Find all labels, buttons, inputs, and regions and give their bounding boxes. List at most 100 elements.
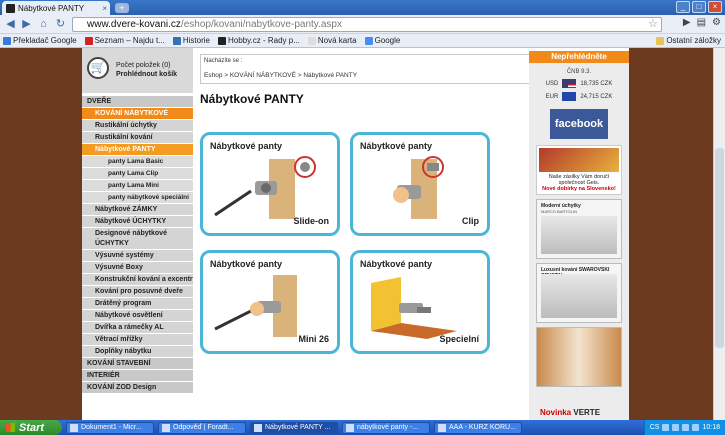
facebook-button[interactable]: facebook xyxy=(550,109,608,139)
menu-item[interactable]: Nábytkové ZÁMKY xyxy=(82,204,193,216)
forward-icon[interactable]: ▶ xyxy=(20,18,33,31)
category-menu: DVEŘE KOVÁNÍ NÁBYTKOVÉ Rustikální úchytky R… xyxy=(82,96,193,394)
menu-item[interactable]: Designové nábytkové ÚCHYTKY xyxy=(82,228,193,250)
new-tab-button[interactable]: + xyxy=(115,3,129,13)
menu-item[interactable]: Rustikální kování xyxy=(82,132,193,144)
bookmark-item[interactable]: Hobby.cz - Rady p... xyxy=(217,36,300,45)
menu-item[interactable]: KOVÁNÍ STAVEBNÍ xyxy=(82,358,193,370)
card-subtitle: Specielní xyxy=(439,334,479,344)
start-button[interactable]: Start xyxy=(0,420,62,435)
menu-item[interactable]: Větrací mřížky xyxy=(82,334,193,346)
menu-item[interactable]: Nábytkové PANTY xyxy=(82,144,193,156)
bookmark-item[interactable]: Seznam – Najdu t... xyxy=(84,36,165,45)
view-cart-link[interactable]: Prohlédnout košík xyxy=(116,71,177,78)
close-window-button[interactable]: × xyxy=(708,1,722,13)
bookmark-label: Hobby.cz - Rady p... xyxy=(227,36,300,45)
card-clip[interactable]: Nábytkové panty Clip xyxy=(350,132,490,236)
home-icon[interactable]: ⌂ xyxy=(37,18,50,31)
minimize-button[interactable]: _ xyxy=(676,1,690,13)
ad-modern-handles[interactable]: Moderní úchytky MARCO BARTOLIN xyxy=(536,199,622,259)
bookmark-favicon-icon xyxy=(364,36,373,45)
tray-icon[interactable] xyxy=(662,424,670,431)
bookmark-item[interactable]: Google xyxy=(364,36,400,45)
menu-item[interactable]: panty Lama Mini xyxy=(82,180,193,192)
bookmark-label: Seznam – Najdu t... xyxy=(94,36,165,45)
clock[interactable]: 10:18 xyxy=(702,424,720,431)
play-icon[interactable]: ▶ xyxy=(683,17,691,28)
us-flag-icon xyxy=(562,79,577,88)
usd-label: USD xyxy=(545,80,559,87)
eur-rate: EUR 24,715 CZK xyxy=(529,92,629,101)
other-bookmarks[interactable]: Ostatní záložky xyxy=(656,36,721,45)
bookmark-item[interactable]: Nová karta xyxy=(307,36,357,45)
title-bar: Nábytkové PANTY × + _ □ × xyxy=(0,0,725,15)
menu-item[interactable]: KOVÁNÍ ZOD Design xyxy=(82,382,193,394)
navigation-bar: ◀ ▶ ⌂ ↻ www.dvere-kovani.cz/eshop/kovani… xyxy=(0,15,725,34)
breadcrumb[interactable]: Eshop > KOVÁNÍ NÁBYTKOVÉ > Nábytkové PAN… xyxy=(204,72,357,79)
windows-taskbar: Start Dokument1 - Micr... Odpověď | Forad… xyxy=(0,420,725,435)
scrollbar-thumb[interactable] xyxy=(715,148,724,348)
menu-item[interactable]: Rustikální úchytky xyxy=(82,120,193,132)
menu-item[interactable]: Drátěný program xyxy=(82,298,193,310)
bookmarks-bar: Překladač Google Seznam – Najdu t... Histo… xyxy=(0,34,725,48)
browser-tab[interactable]: Nábytkové PANTY × xyxy=(2,1,110,15)
tab-close-icon[interactable]: × xyxy=(102,4,107,13)
card-subtitle: Slide-on xyxy=(293,216,330,226)
ad-doors[interactable] xyxy=(536,327,622,387)
right-sidebar: Nepřehlédněte ČNB 9.3. USD 18,735 CZK EU… xyxy=(529,51,629,420)
menu-item[interactable]: DVEŘE xyxy=(82,96,193,108)
card-mini-26[interactable]: Nábytkové panty Mini 26 xyxy=(200,250,340,354)
taskbar-window-button[interactable]: Dokument1 - Micr... xyxy=(66,421,154,434)
reload-icon[interactable]: ↻ xyxy=(54,18,67,31)
folder-icon xyxy=(656,36,665,45)
maximize-button[interactable]: □ xyxy=(692,1,706,13)
menu-item[interactable]: panty Lama Clip xyxy=(82,168,193,180)
page-menu-icon[interactable]: ▤ xyxy=(697,17,706,28)
taskbar-window-button[interactable]: AAA - KURZ KORU... xyxy=(434,421,522,434)
bookmark-label: Nová karta xyxy=(317,36,357,45)
wrench-icon[interactable]: ⚙ xyxy=(712,17,721,28)
address-bar[interactable]: www.dvere-kovani.cz/eshop/kovani/nabytko… xyxy=(72,17,662,32)
back-icon[interactable]: ◀ xyxy=(4,18,17,31)
card-slide-on[interactable]: Nábytkové panty Slide-on xyxy=(200,132,340,236)
shipping-promo[interactable]: Naše zásilky Vám doručí společnost Geis.… xyxy=(536,145,622,195)
eur-label: EUR xyxy=(545,93,559,100)
cart-icon: 🛒 xyxy=(87,57,109,79)
menu-item[interactable]: panty Lama Basic xyxy=(82,156,193,168)
bookmark-star-icon[interactable]: ☆ xyxy=(648,17,658,30)
menu-item[interactable]: KOVÁNÍ NÁBYTKOVÉ xyxy=(82,108,193,120)
menu-item[interactable]: panty nábytkové speciální xyxy=(82,192,193,204)
start-label: Start xyxy=(19,421,45,434)
menu-item[interactable]: Výsuvné Boxy xyxy=(82,262,193,274)
promo-highlight: Nové dobírky na Slovensko! xyxy=(542,186,616,192)
cart-count: Počet položek (0) xyxy=(116,62,171,69)
menu-item[interactable]: Kování pro posuvné dveře xyxy=(82,286,193,298)
menu-item[interactable]: Nábytkové ÚCHYTKY xyxy=(82,216,193,228)
page-scrollbar[interactable] xyxy=(713,48,725,420)
taskbar-window-button[interactable]: Nábytkové PANTY ... xyxy=(250,421,338,434)
menu-item[interactable]: Doplňky nábytku xyxy=(82,346,193,358)
card-specielni[interactable]: Nábytkové panty Specielní xyxy=(350,250,490,354)
bookmark-item[interactable]: Historie xyxy=(172,36,210,45)
novinka-label[interactable]: Novinka VERTE xyxy=(540,408,600,417)
bookmark-item[interactable]: Překladač Google xyxy=(3,36,77,45)
breadcrumb-box: Nacházíte se : Eshop > KOVÁNÍ NÁBYTKOVÉ … xyxy=(200,54,556,84)
menu-item[interactable]: Konstrukční kování a excentry xyxy=(82,274,193,286)
novinka-text: Novinka xyxy=(540,408,572,417)
menu-item[interactable]: INTERIÉR xyxy=(82,370,193,382)
menu-item[interactable]: Výsuvné systémy xyxy=(82,250,193,262)
hinge-mini-26-image xyxy=(214,275,297,337)
menu-item[interactable]: Nábytkové osvětlení xyxy=(82,310,193,322)
tray-icon[interactable] xyxy=(672,424,680,431)
taskbar-window-button[interactable]: nábytkové panty -... xyxy=(342,421,430,434)
tray-icon[interactable] xyxy=(682,424,690,431)
tray-icon[interactable] xyxy=(692,424,700,431)
ad-image xyxy=(541,216,617,254)
taskbar-window-button[interactable]: Odpověď | Foradt... xyxy=(158,421,246,434)
ad-swarovski[interactable]: Luxusní kování SWAROVSKI CRYSTAL xyxy=(536,263,622,323)
language-indicator[interactable]: CS xyxy=(650,424,660,431)
bookmark-label: Překladač Google xyxy=(13,36,77,45)
menu-item[interactable]: Dvířka a rámečky AL xyxy=(82,322,193,334)
cart-box[interactable]: 🛒 Počet položek (0) Prohlédnout košík xyxy=(82,48,193,93)
card-subtitle: Clip xyxy=(462,216,479,226)
